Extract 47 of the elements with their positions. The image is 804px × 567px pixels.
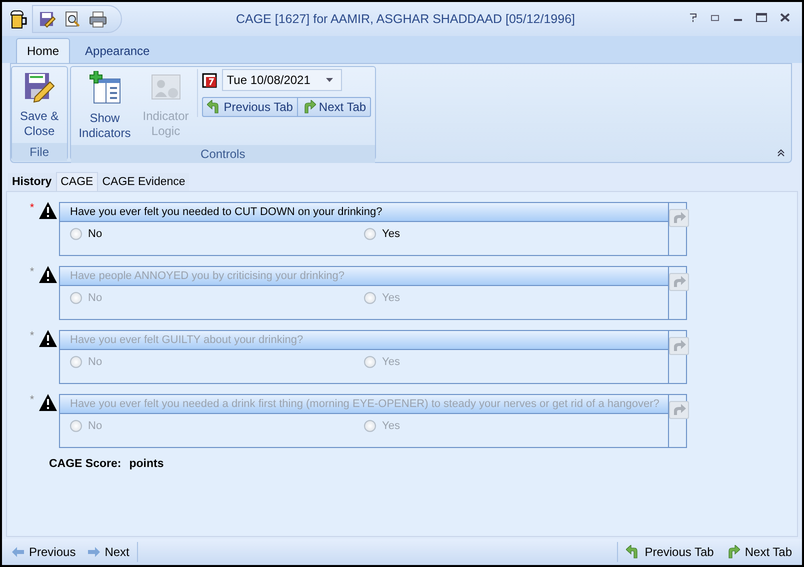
question-text: Have people ANNOYED you by criticising your drinking? [60,267,668,286]
ribbon-tab[interactable]: Appearance [74,38,161,63]
document-tab[interactable]: CAGE [56,172,98,191]
question-text: Have you ever felt you needed a drink first thing (morning EYE-OPENER) to steady your nerves or get rid of a hangover? [60,395,668,414]
radio-option[interactable]: No [70,228,364,240]
score-value: points [129,458,164,470]
question-text: Have you ever felt you needed to CUT DOWN on your drinking? [60,203,668,222]
ribbon-tab[interactable]: Home [16,38,70,63]
turn-right-arrow-icon [726,545,740,559]
floppy-pencil-icon[interactable] [39,10,56,28]
save-button[interactable]: Save & Close [16,69,63,141]
next-button[interactable]: Next [84,543,134,561]
indicators-button[interactable]: Show Indicators [74,69,135,143]
warning-icon [39,394,57,411]
right-arrow-icon [88,547,100,557]
panel-plus-icon [88,71,122,105]
required-mark: * [28,202,36,214]
warning-icon [39,330,57,347]
print-preview-icon[interactable] [64,10,81,28]
next-tab-button[interactable]: Next Tab [296,98,370,116]
radio-option[interactable]: Yes [364,228,658,240]
required-mark: * [28,266,36,278]
question-text: Have you ever felt GUILTY about your drinking? [60,331,668,350]
turn-left-arrow-icon [626,545,640,559]
previous-tab-button[interactable]: Previous Tab [202,98,297,116]
help-icon[interactable] [689,13,697,25]
next-tab-button[interactable]: Next Tab [722,543,796,561]
maximize-icon[interactable] [756,13,767,25]
date-picker[interactable]: Tue 10/08/2021 [222,69,342,91]
turn-left-arrow-icon [206,100,221,114]
required-mark: * [28,330,36,342]
previous-button[interactable]: Previous [8,543,80,561]
beer-mug-icon[interactable] [10,9,28,29]
required-mark: * [28,394,36,406]
group-label: File [12,143,67,161]
floppy-pencil-icon [23,71,56,103]
group-label: Controls [70,145,376,163]
calendar-icon [202,72,218,88]
previous-tab-button[interactable]: Previous Tab [622,543,718,561]
turn-right-arrow-icon [302,100,316,114]
dropdown-caret-icon [326,78,334,82]
window-title: CAGE [1627] for AAMIR, ASGHAR SHADDAAD [05/12/1996] [234,12,576,26]
warning-icon [39,202,57,219]
printer-icon[interactable] [89,10,107,28]
left-arrow-icon [12,547,24,557]
warning-icon [39,266,57,283]
score-label: CAGE Score: [49,458,122,470]
